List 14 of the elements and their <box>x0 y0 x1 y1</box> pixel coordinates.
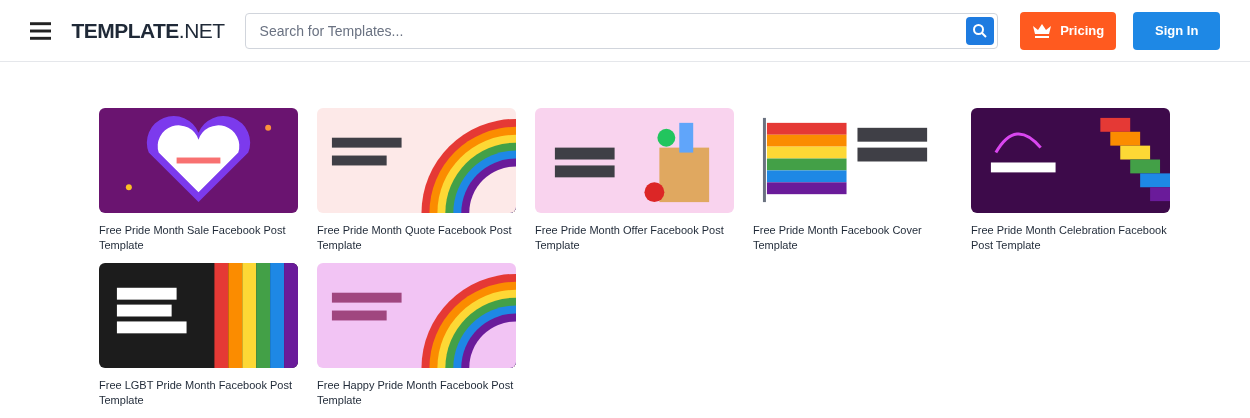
template-title[interactable]: Free Pride Month Offer Facebook Post Template <box>535 223 734 253</box>
template-title[interactable]: Free Pride Month Quote Facebook Post Template <box>317 223 516 253</box>
menu-icon[interactable] <box>30 21 52 40</box>
search-icon <box>972 22 988 39</box>
search-field[interactable]: Search for Templates... <box>244 12 998 49</box>
template-title[interactable]: Free LGBT Pride Month Facebook Post Template <box>99 378 298 408</box>
crown-icon <box>1032 23 1053 38</box>
template-title[interactable]: Free Pride Month Celebration Facebook Post Template <box>971 223 1170 253</box>
search-button[interactable] <box>966 16 994 45</box>
template-title[interactable]: Free Pride Month Facebook Cover Template <box>753 223 952 253</box>
logo[interactable]: TEMPLATE.NET <box>71 14 225 47</box>
template-title[interactable]: Free Pride Month Sale Facebook Post Template <box>99 223 298 253</box>
template-title[interactable]: Free Happy Pride Month Facebook Post Template <box>317 378 516 408</box>
sign-in-button[interactable]: Sign In <box>1133 11 1220 50</box>
